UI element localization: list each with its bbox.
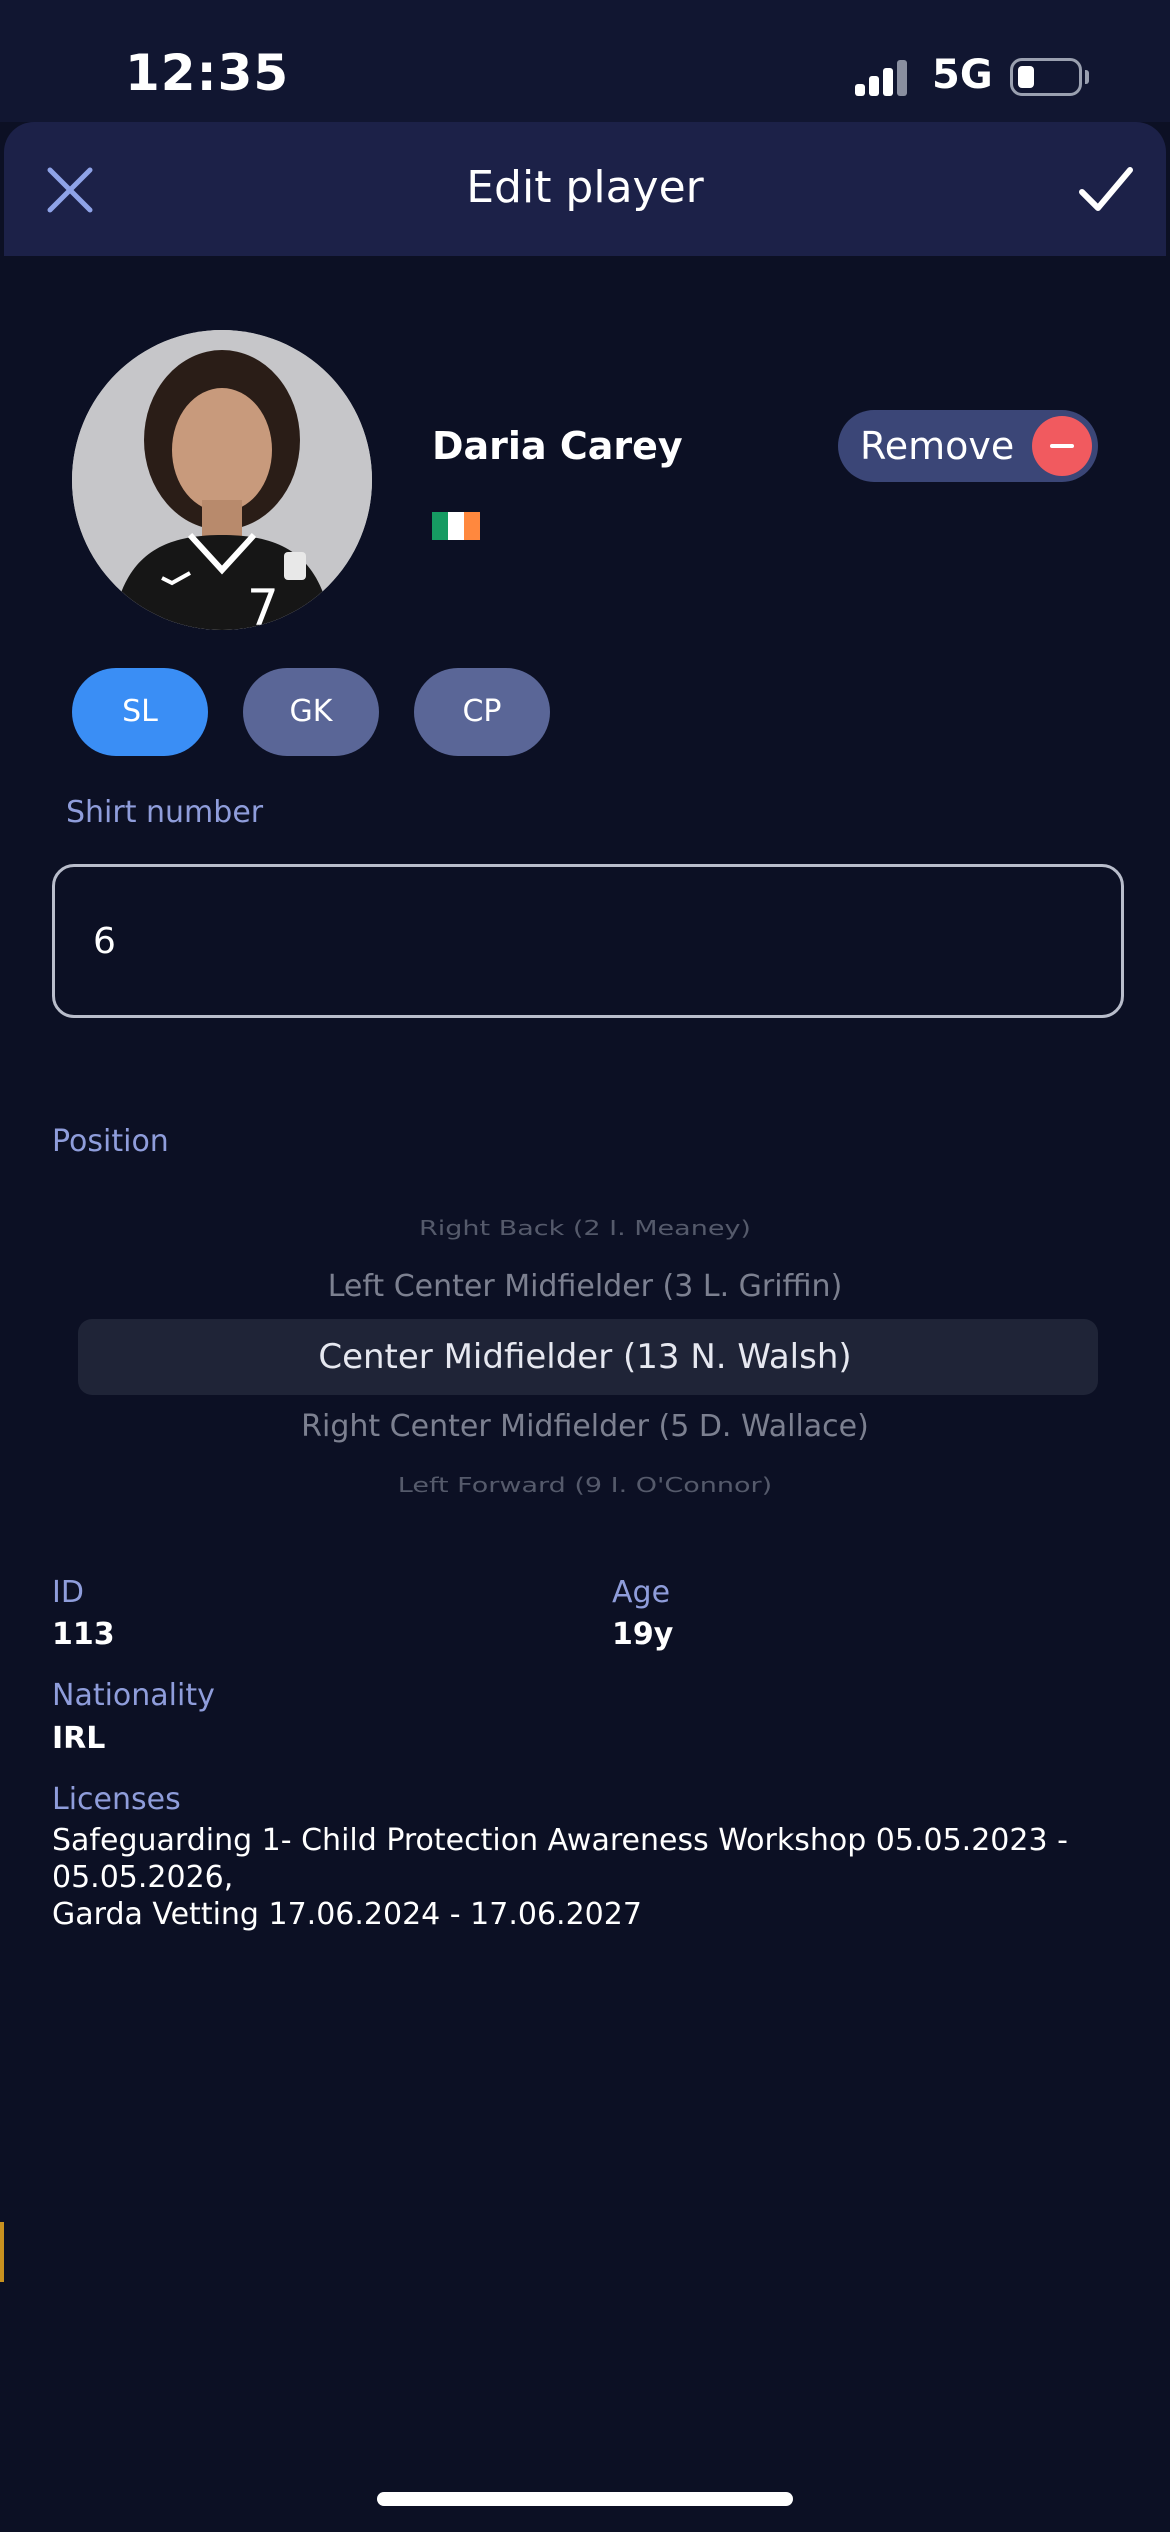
page-title: Edit player: [466, 162, 704, 213]
cellular-signal-icon: [855, 58, 915, 96]
picker-option[interactable]: Right Center Midfielder (5 D. Wallace): [0, 1409, 1170, 1444]
picker-option[interactable]: Left Center Midfielder (3 L. Griffin): [0, 1269, 1170, 1304]
checkmark-icon: [1079, 167, 1133, 211]
player-photo: 7: [72, 330, 372, 630]
ireland-flag-icon: [432, 512, 480, 540]
id-value: 113: [52, 1617, 115, 1652]
save-button[interactable]: [1076, 160, 1136, 220]
network-type: 5G: [932, 52, 993, 98]
license-item: Safeguarding 1- Child Protection Awarene…: [52, 1823, 1068, 1895]
svg-text:7: 7: [247, 579, 279, 630]
role-chip-gk[interactable]: GK: [243, 668, 379, 756]
role-chip-cp[interactable]: CP: [414, 668, 550, 756]
player-avatar[interactable]: 7: [72, 330, 372, 630]
status-time: 12:35: [125, 44, 290, 102]
nationality-value: IRL: [52, 1721, 106, 1756]
player-name: Daria Carey: [432, 424, 683, 468]
picker-option[interactable]: Right Back (2 I. Meaney): [0, 1217, 1170, 1240]
home-indicator[interactable]: [377, 2492, 793, 2506]
id-label: ID: [52, 1575, 84, 1610]
status-bar: 12:35 5G: [0, 0, 1170, 122]
position-picker[interactable]: Right Back (2 I. Meaney) Left Center Mid…: [0, 1200, 1170, 1510]
age-label: Age: [612, 1575, 671, 1610]
picker-option-selected[interactable]: Center Midfielder (13 N. Walsh): [0, 1337, 1170, 1377]
nationality-label: Nationality: [52, 1678, 215, 1713]
position-label: Position: [52, 1124, 169, 1159]
picker-option[interactable]: Left Forward (9 I. O'Connor): [0, 1474, 1170, 1497]
shirt-number-input[interactable]: [52, 864, 1124, 1018]
edit-player-header: Edit player: [4, 122, 1166, 256]
edge-marker: [0, 2222, 4, 2282]
role-chip-sl[interactable]: SL: [72, 668, 208, 756]
battery-icon: [1010, 58, 1082, 96]
minus-circle-icon: [1032, 416, 1092, 476]
remove-label: Remove: [860, 424, 1015, 468]
remove-player-button[interactable]: Remove: [838, 410, 1098, 482]
license-item: Garda Vetting 17.06.2024 - 17.06.2027: [52, 1897, 642, 1932]
age-value: 19y: [612, 1617, 674, 1652]
licenses-label: Licenses: [52, 1782, 181, 1817]
licenses-list: Safeguarding 1- Child Protection Awarene…: [52, 1822, 1132, 1933]
shirt-number-label: Shirt number: [66, 795, 264, 830]
battery-nub: [1085, 70, 1089, 84]
